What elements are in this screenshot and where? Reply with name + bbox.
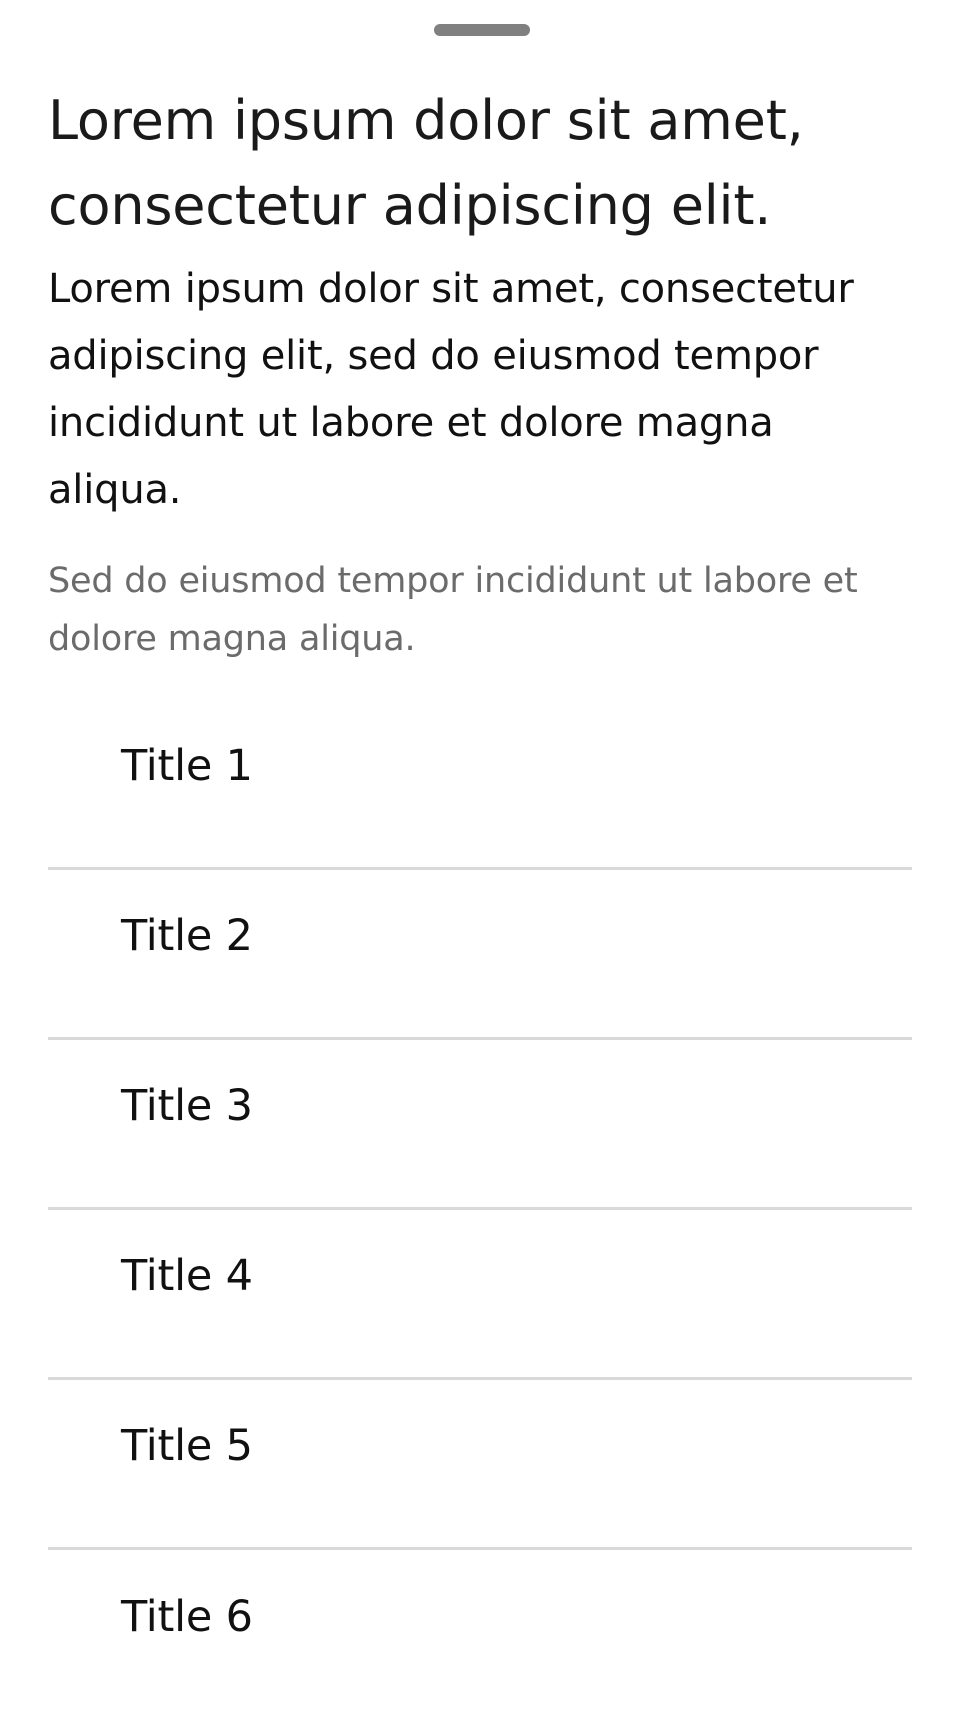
- list-item-2[interactable]: Title 2: [48, 870, 912, 1040]
- sheet-body-text: Lorem ipsum dolor sit amet, consectetur …: [48, 266, 854, 513]
- bottom-sheet: Lorem ipsum dolor sit amet, consectetur …: [0, 0, 960, 1704]
- drag-handle[interactable]: [434, 24, 530, 36]
- list-item-title: Title 4: [121, 1250, 253, 1301]
- list-item-title: Title 2: [121, 910, 253, 961]
- list-item-title: Title 1: [121, 740, 253, 791]
- list-item-1[interactable]: Title 1: [48, 700, 912, 870]
- list-item-4[interactable]: Title 4: [48, 1210, 912, 1380]
- list-item-3[interactable]: Title 3: [48, 1040, 912, 1210]
- list-item-5[interactable]: Title 5: [48, 1380, 912, 1550]
- list-item-title: Title 3: [121, 1080, 253, 1131]
- item-list: Title 1 Title 2 Title 3 Title 4 Title 5 …: [48, 700, 912, 1720]
- sheet-title: Lorem ipsum dolor sit amet, consectetur …: [48, 89, 804, 237]
- sheet-secondary-text: Sed do eiusmod tempor incididunt ut labo…: [48, 561, 858, 659]
- list-item-6[interactable]: Title 6: [48, 1550, 912, 1720]
- list-item-title: Title 6: [121, 1592, 253, 1642]
- list-item-title: Title 5: [121, 1420, 253, 1471]
- sheet-header: Lorem ipsum dolor sit amet, consectetur …: [48, 78, 912, 668]
